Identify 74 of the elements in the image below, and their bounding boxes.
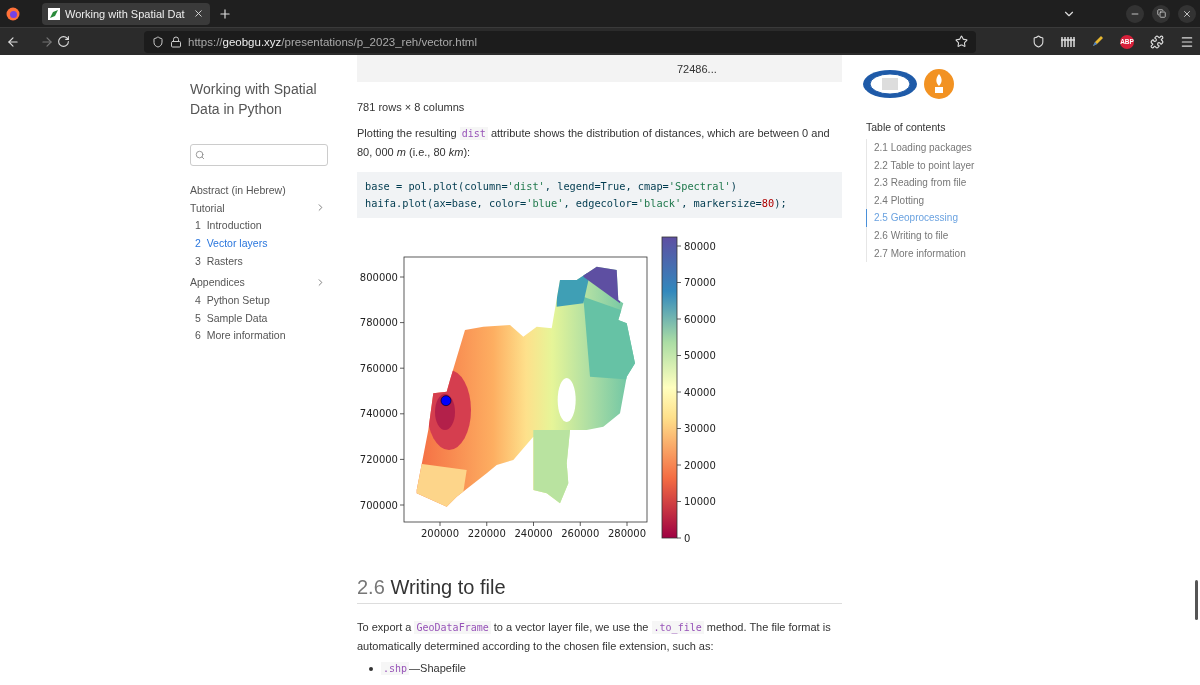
browser-tab[interactable]: Working with Spatial Dat bbox=[42, 2, 210, 25]
axis-tick-label: 240000 bbox=[514, 528, 553, 539]
sidebar-item[interactable]: 4 Python Setup bbox=[190, 291, 328, 309]
sidebar-section[interactable]: Tutorial bbox=[190, 198, 328, 217]
restore-icon bbox=[1156, 9, 1166, 18]
sidebar-item[interactable]: 2 Vector layers bbox=[190, 234, 328, 252]
sidebar-link[interactable]: Abstract (in Hebrew) bbox=[190, 181, 328, 199]
menu-icon[interactable] bbox=[1180, 34, 1194, 49]
colorbar-tick-label: 50000 bbox=[684, 350, 716, 361]
axis-tick-label: 800000 bbox=[359, 271, 398, 283]
code-line: base = pol.plot(column='dist', legend=True, cmap='Spectral') bbox=[365, 179, 738, 194]
reload-icon[interactable] bbox=[57, 35, 70, 48]
axis-tick-label: 280000 bbox=[607, 528, 647, 539]
colorbar-tick-label: 0 bbox=[684, 532, 691, 544]
code-line: haifa.plot(ax=base, color='blue', edgecolor='black', markersize=80); bbox=[365, 196, 788, 211]
bookmark-star-icon[interactable] bbox=[955, 35, 968, 48]
address-bar[interactable]: https://geobgu.xyz/presentations/p_2023_reh/vector.html bbox=[144, 30, 976, 53]
colorbar-tick-label: 70000 bbox=[684, 277, 716, 288]
axis-tick-label: 700000 bbox=[359, 499, 398, 511]
new-tab-icon[interactable] bbox=[218, 6, 232, 21]
search-field[interactable] bbox=[190, 144, 328, 166]
pencil-icon[interactable] bbox=[1091, 35, 1104, 48]
toc-item[interactable]: 2.7 More information bbox=[866, 244, 975, 263]
close-icon[interactable] bbox=[193, 8, 204, 19]
tab-title: Working with Spatial Dat bbox=[65, 7, 186, 20]
axis-tick-label: 720000 bbox=[359, 453, 398, 465]
restore-button[interactable] bbox=[1152, 4, 1170, 23]
axis-tick-label: 200000 bbox=[420, 528, 460, 539]
bullet-icon bbox=[369, 667, 373, 672]
axis-tick-label: 260000 bbox=[561, 528, 600, 539]
sidebar-item[interactable]: 1 Introduction bbox=[190, 216, 328, 235]
toc-item[interactable]: 2.4 Plotting bbox=[866, 191, 975, 210]
location-marker bbox=[440, 395, 452, 406]
colorbar-tick-label: 20000 bbox=[684, 459, 716, 471]
torch-logo-icon bbox=[924, 69, 954, 99]
colorbar-tick-label: 80000 bbox=[684, 240, 716, 252]
paragraph: Plotting the resulting dist attribute shows the distribution of distances, which are between 0 and 80, 000 m (i.e., 80 km): bbox=[357, 126, 831, 160]
site-title: Working with Spatial Data in Python bbox=[190, 80, 318, 119]
url-text: https://geobgu.xyz/presentations/p_2023_reh/vector.html bbox=[188, 35, 478, 48]
browser-logo-icon[interactable] bbox=[6, 6, 20, 21]
section-heading: 2.6 Writing to file bbox=[357, 576, 842, 604]
lock-icon bbox=[170, 35, 182, 48]
emblem-icon bbox=[862, 69, 918, 99]
extensions-icon[interactable] bbox=[1150, 34, 1164, 49]
sidebar-item[interactable]: 5 Sample Data bbox=[190, 308, 328, 327]
toc-title: Table of contents bbox=[866, 121, 947, 133]
toc-item[interactable]: 2.6 Writing to file bbox=[866, 226, 975, 245]
table-shape-text: 781 rows × 8 columns bbox=[357, 101, 466, 113]
sidebar-section[interactable]: Appendices bbox=[190, 273, 328, 292]
library-icon[interactable] bbox=[1061, 35, 1075, 48]
sidebar-item[interactable]: 6 More information bbox=[190, 326, 328, 345]
search-icon bbox=[195, 150, 205, 160]
table-cell: 72486... bbox=[357, 55, 842, 82]
colorbar-tick-label: 40000 bbox=[684, 386, 716, 398]
close-button[interactable] bbox=[1178, 4, 1196, 23]
colorbar-tick-label: 60000 bbox=[684, 313, 716, 325]
list-item: .shp —Shapefile bbox=[357, 662, 842, 674]
axis-tick-label: 220000 bbox=[467, 528, 506, 539]
paragraph: To export a GeoDataFrame to a vector layer file, we use the .to_file method. The file format is automatically determined according to the chosen file extension, such as: bbox=[357, 620, 832, 654]
toc-item[interactable]: 2.3 Reading from file bbox=[866, 174, 975, 192]
toc-item[interactable]: 2.2 Table to point layer bbox=[866, 156, 975, 175]
colorbar-tick-label: 10000 bbox=[684, 496, 716, 507]
toc-item[interactable]: 2.1 Loading packages bbox=[866, 139, 975, 157]
scrollbar-thumb[interactable] bbox=[1195, 580, 1198, 620]
back-icon[interactable] bbox=[6, 34, 20, 49]
close-icon bbox=[1182, 8, 1192, 19]
axis-tick-label: 780000 bbox=[359, 317, 398, 329]
sidebar-item[interactable]: 3 Rasters bbox=[190, 251, 328, 270]
colorbar-tick-label: 30000 bbox=[684, 423, 716, 434]
axis-tick-label: 740000 bbox=[359, 408, 398, 420]
shield-icon bbox=[152, 35, 164, 48]
axis-tick-label: 760000 bbox=[359, 362, 398, 374]
favicon-icon bbox=[48, 7, 60, 20]
minimize-button[interactable] bbox=[1126, 4, 1144, 23]
